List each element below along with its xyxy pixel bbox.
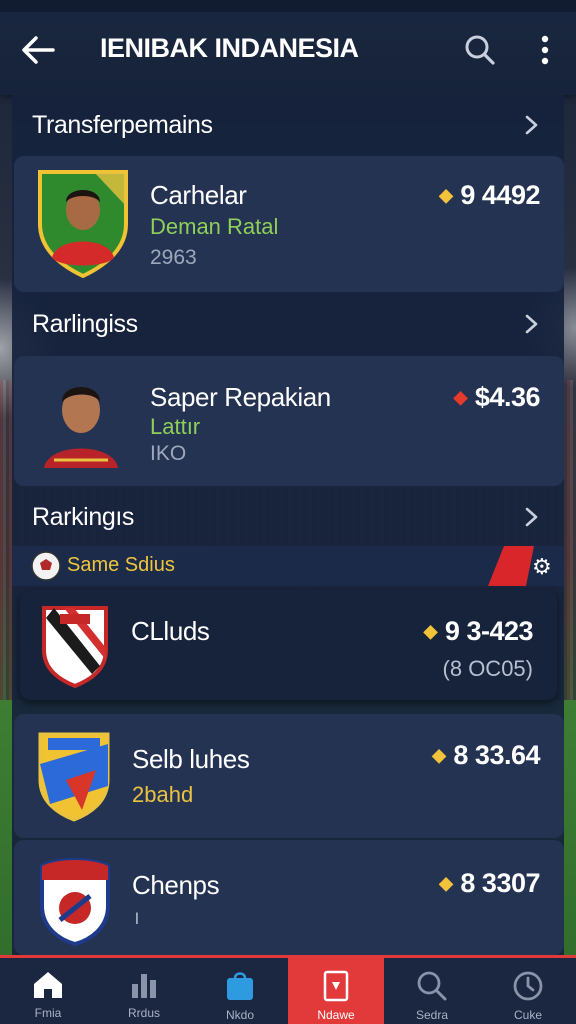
red-flag-icon — [488, 546, 534, 586]
player-rating: IKO — [150, 442, 187, 465]
section-title: Rarlingiss — [32, 309, 138, 338]
club-name: Selb luhes — [132, 744, 250, 774]
football-icon — [31, 551, 61, 581]
coin-icon: ◆ — [423, 621, 438, 641]
nav-label: Rrdus — [127, 1006, 160, 1020]
player-rating: 2963 — [150, 246, 197, 269]
section-header-transfers[interactable]: Transferpemains — [12, 97, 564, 153]
coin-icon: ◆ — [432, 745, 446, 765]
status-bar — [0, 0, 576, 12]
back-button[interactable] — [18, 30, 58, 70]
nav-label: Fmia — [34, 1006, 62, 1020]
club-crest-icon — [38, 732, 110, 822]
section-header-rankings-clubs[interactable]: Rarkingıs — [12, 489, 564, 545]
player-name: Carhelar — [150, 180, 247, 210]
nav-item-cards[interactable]: Ndawe — [288, 958, 384, 1024]
player-name: Saper Repakian — [150, 382, 331, 412]
promo-label: Same Sdius — [67, 554, 175, 576]
chevron-right-icon — [525, 314, 538, 334]
search-icon — [465, 35, 495, 65]
nav-item-home[interactable]: Fmia — [0, 958, 96, 1024]
price-value: 8 3307 — [460, 868, 540, 898]
nav-item-stats[interactable]: Rrdus — [96, 958, 192, 1024]
card-icon — [323, 970, 349, 1002]
price-value: 9 4492 — [460, 180, 540, 210]
club-name: CLluds — [131, 616, 210, 646]
player-price: ◆ $4.36 — [453, 382, 541, 413]
more-options-button[interactable] — [528, 30, 562, 70]
player-badge-avatar — [38, 170, 128, 278]
nav-item-search[interactable]: Sedra — [384, 958, 480, 1024]
club-card[interactable]: Chenps ı ◆ 8 3307 — [14, 840, 564, 955]
club-price: ◆ 8 3307 — [439, 868, 540, 899]
nav-label: Ndawe — [317, 1008, 355, 1022]
nav-item-shop[interactable]: Nkdo — [192, 958, 288, 1024]
club-card[interactable]: Selb luhes 2bahd ◆ 8 33.64 — [14, 714, 564, 838]
chevron-right-icon — [525, 507, 538, 527]
club-subtitle: ı — [134, 906, 140, 929]
app-title: IENIBAK INDANESIA — [100, 33, 359, 63]
nav-item-history[interactable]: Cuke — [480, 958, 576, 1024]
promo-strip[interactable]: Same Sdius ⚙ — [12, 546, 564, 586]
player-position: Lattır — [150, 414, 201, 439]
club-name: Chenps — [132, 870, 220, 900]
player-price: ◆ 9 4492 — [439, 180, 540, 211]
home-icon — [34, 972, 62, 998]
player-avatar — [44, 387, 118, 468]
club-price-change: (8 OC05) — [442, 656, 533, 681]
nav-label: Nkdo — [225, 1008, 254, 1022]
search-icon — [417, 971, 447, 1001]
club-crest-icon — [40, 858, 110, 946]
section-title: Transferpemains — [32, 110, 213, 139]
club-subtitle: 2bahd — [132, 782, 194, 807]
coin-icon: ◆ — [439, 873, 453, 893]
nav-label: Cuke — [513, 1008, 542, 1022]
ranking-player-card[interactable]: Saper Repakian Lattır IKO ◆ $4.36 — [14, 356, 564, 486]
stats-icon — [132, 974, 156, 998]
chevron-right-icon — [525, 115, 538, 135]
search-button[interactable] — [460, 30, 500, 70]
bag-icon — [227, 972, 253, 1000]
section-header-rankings[interactable]: Rarlingiss — [12, 296, 564, 352]
club-card[interactable]: CLluds ◆ 9 3-423 (8 OC05) — [20, 590, 557, 700]
bottom-navigation: Fmia Rrdus Nkdo Ndawe Sedra Cuke — [0, 955, 576, 1024]
flame-icon: ◆ — [453, 387, 468, 407]
gear-icon[interactable]: ⚙ — [532, 554, 552, 580]
top-app-bar: IENIBAK INDANESIA — [0, 0, 576, 95]
arrow-left-icon — [22, 36, 55, 64]
more-vertical-icon — [541, 35, 549, 65]
coin-icon: ◆ — [439, 185, 453, 205]
club-crest-icon — [42, 606, 108, 688]
club-price: ◆ 9 3-423 — [423, 616, 534, 647]
nav-label: Sedra — [415, 1008, 449, 1022]
transfer-player-card[interactable]: Carhelar Deman Ratal 2963 ◆ 9 4492 — [14, 156, 564, 292]
club-price: ◆ 8 33.64 — [432, 740, 540, 771]
price-value: 8 33.64 — [453, 740, 540, 770]
price-value: 9 3-423 — [444, 616, 534, 646]
price-value: $4.36 — [474, 382, 541, 412]
clock-icon — [513, 971, 543, 1001]
player-club: Deman Ratal — [150, 214, 279, 239]
section-title: Rarkingıs — [32, 502, 134, 531]
